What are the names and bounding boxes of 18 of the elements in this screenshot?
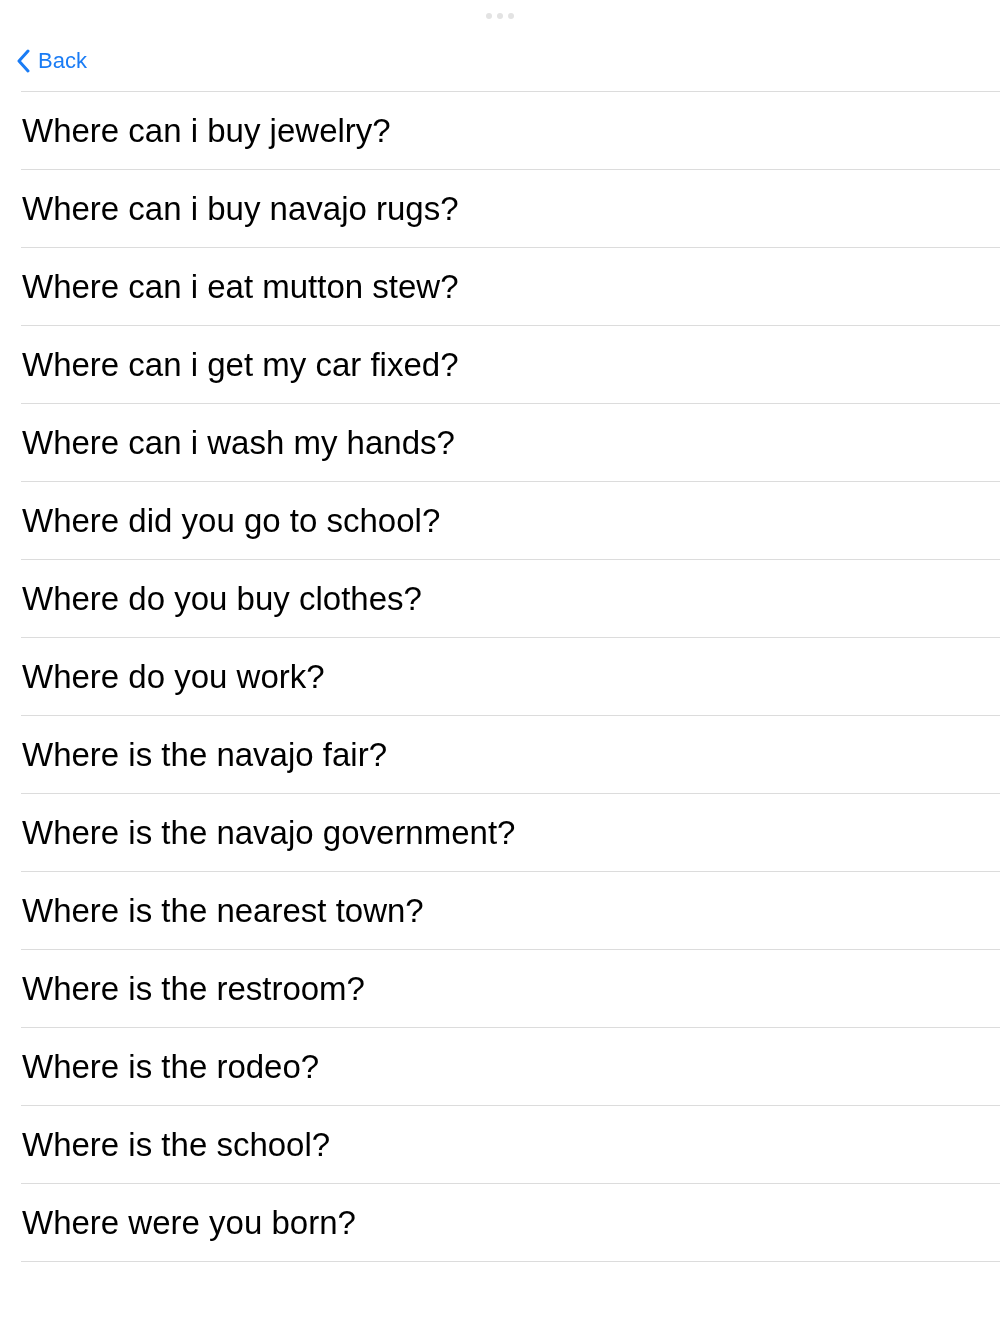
question-row[interactable]: Where can i eat mutton stew? [21,248,1000,326]
back-button[interactable]: Back [16,48,87,74]
question-row[interactable]: Where is the navajo fair? [21,716,1000,794]
question-row[interactable]: Where is the school? [21,1106,1000,1184]
question-row[interactable]: Where do you work? [21,638,1000,716]
question-row[interactable]: Where were you born? [21,1184,1000,1262]
drag-handle-icon [485,12,515,20]
chevron-left-icon [16,49,30,73]
question-row[interactable]: Where is the rodeo? [21,1028,1000,1106]
question-row[interactable]: Where is the restroom? [21,950,1000,1028]
question-row[interactable]: Where did you go to school? [21,482,1000,560]
question-row[interactable]: Where can i buy navajo rugs? [21,170,1000,248]
question-row[interactable]: Where is the nearest town? [21,872,1000,950]
question-row[interactable]: Where can i get my car fixed? [21,326,1000,404]
question-row[interactable]: Where can i buy jewelry? [21,92,1000,170]
question-row[interactable]: Where can i wash my hands? [21,404,1000,482]
question-row[interactable]: Where is the navajo government? [21,794,1000,872]
question-row[interactable]: Where do you buy clothes? [21,560,1000,638]
